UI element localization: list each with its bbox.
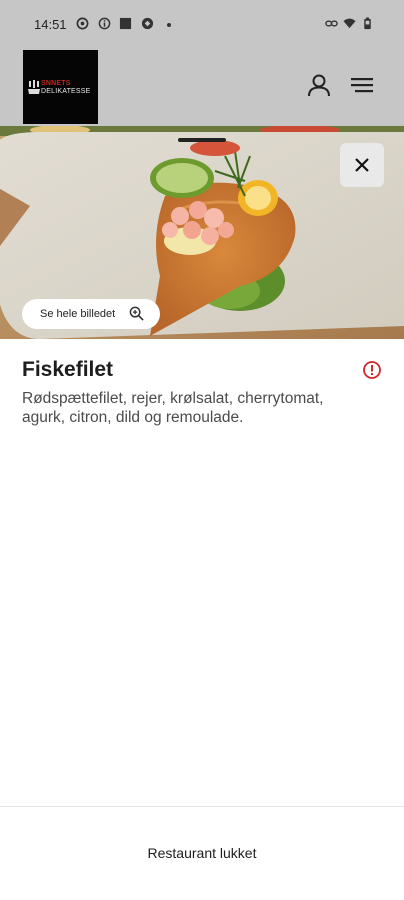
menu-icon[interactable] xyxy=(349,72,375,98)
link-icon xyxy=(325,20,338,27)
dish-title: Fiskefilet xyxy=(22,358,114,381)
logo-text-bottom: DELIKATESSE xyxy=(41,88,91,95)
status-bar: 14:51 xyxy=(0,0,404,50)
restaurant-logo[interactable]: SNNETS DELIKATESSE xyxy=(23,50,98,124)
footer-divider xyxy=(0,806,404,807)
square-icon xyxy=(119,17,132,30)
sync-icon xyxy=(141,17,154,30)
user-icon[interactable] xyxy=(306,72,332,98)
wifi-icon xyxy=(343,18,356,29)
chat-icon xyxy=(76,17,89,30)
see-full-image-button[interactable]: Se hele billedet xyxy=(22,299,160,329)
logo-mark-icon xyxy=(28,80,40,94)
status-time: 14:51 xyxy=(34,17,67,32)
battery-icon xyxy=(364,17,371,30)
app-header: SNNETS DELIKATESSE xyxy=(0,50,404,126)
allergen-info-icon[interactable] xyxy=(362,360,382,380)
info-icon xyxy=(98,17,111,30)
see-full-image-label: Se hele billedet xyxy=(40,308,116,320)
close-button[interactable] xyxy=(340,143,384,187)
close-icon xyxy=(355,158,369,172)
dish-description: Rødspættefilet, rejer, krølsalat, cherry… xyxy=(22,390,324,426)
restaurant-status: Restaurant lukket xyxy=(147,845,257,861)
zoom-in-icon xyxy=(129,306,144,321)
notification-dot xyxy=(167,23,171,27)
logo-text-top: SNNETS xyxy=(41,80,71,87)
